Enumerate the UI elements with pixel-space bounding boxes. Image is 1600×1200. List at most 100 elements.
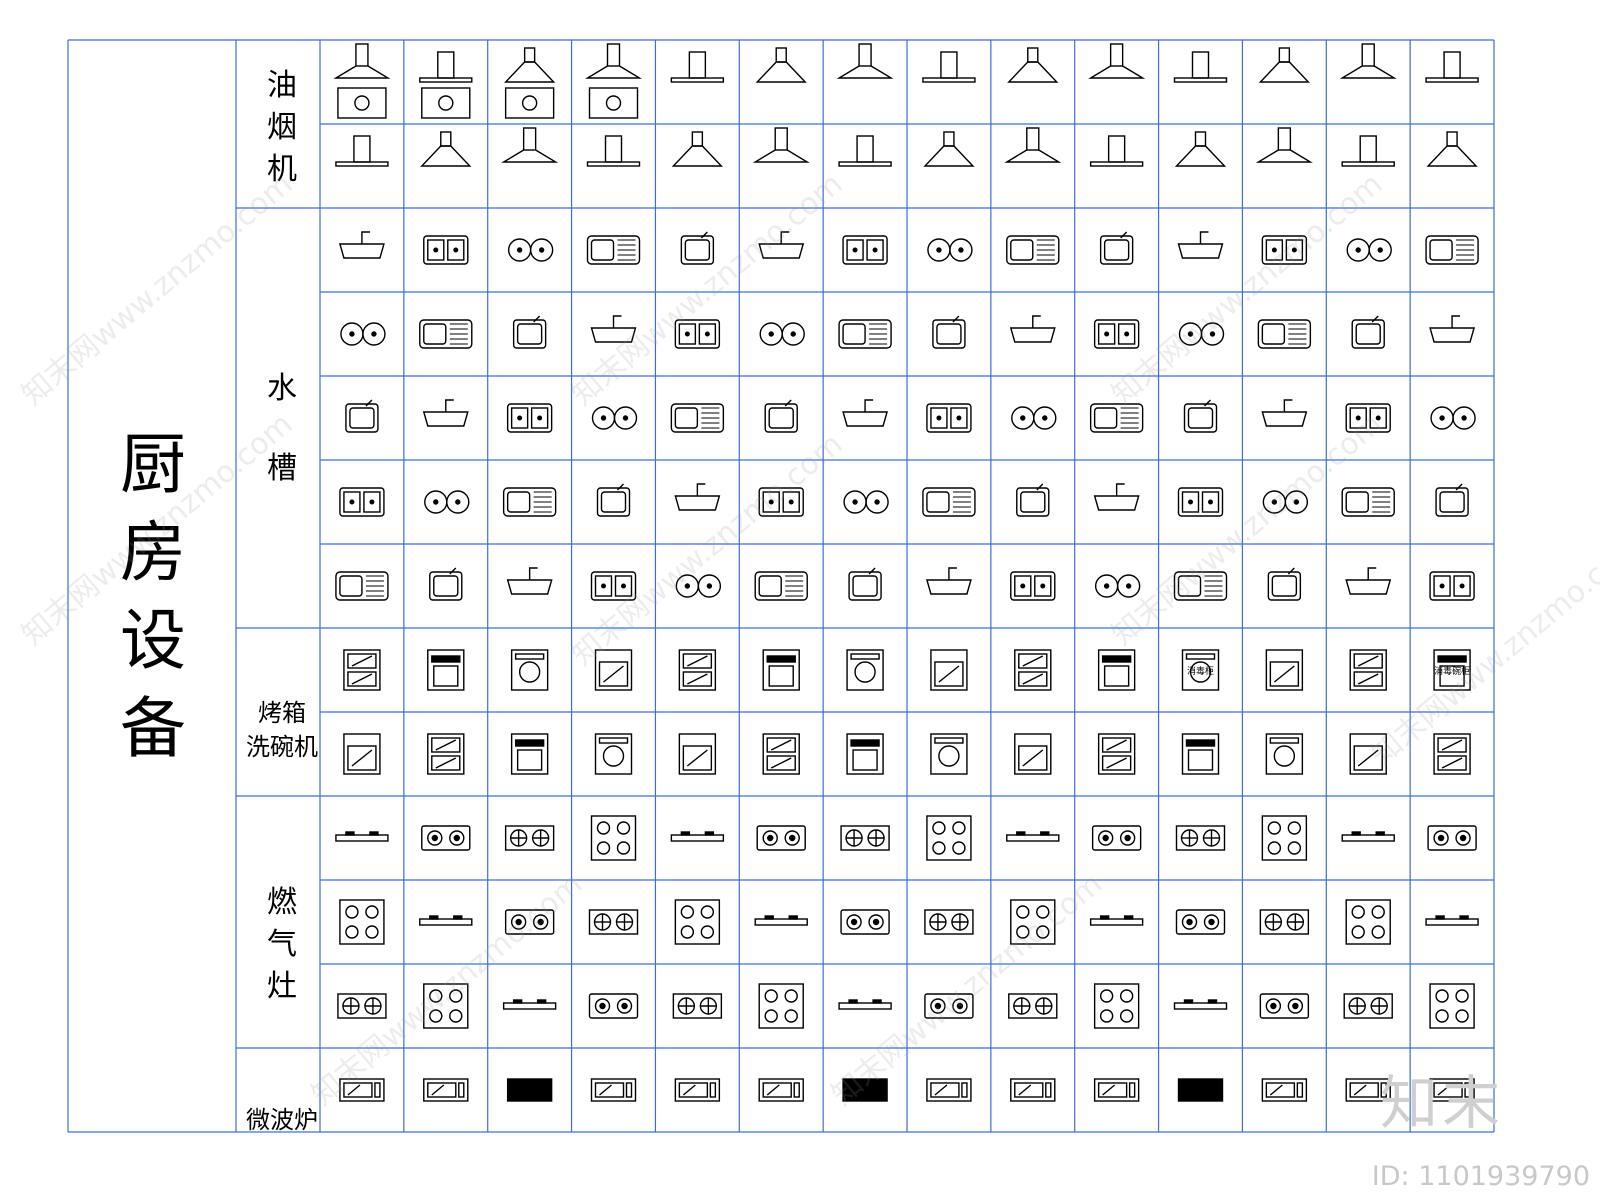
category-label-char: 气 [267, 927, 297, 962]
gas-stove-icon [1093, 983, 1140, 1029]
range-hood-icon [1088, 43, 1146, 79]
oven-icon [343, 649, 381, 691]
oven-icon [510, 649, 549, 691]
range-hood-icon [584, 43, 643, 119]
gas-stove-icon [504, 825, 555, 851]
range-hood-icon [335, 135, 389, 167]
sink-icon [1341, 487, 1395, 517]
gas-stove-icon [1175, 825, 1226, 851]
oven-icon [343, 733, 381, 775]
watermark-logo: 知末 [1379, 1069, 1504, 1137]
sink-icon [512, 315, 547, 349]
oven-icon [427, 733, 465, 775]
gas-stove-icon [1089, 915, 1144, 926]
sink-icon [843, 490, 889, 514]
sink-icon [1006, 235, 1060, 265]
gas-stove-icon [1173, 999, 1228, 1010]
range-hood-icon [1258, 47, 1310, 83]
cell-label: 消毒柜 [1187, 665, 1214, 677]
sink-icon [506, 403, 553, 433]
gas-stove-icon [672, 993, 723, 1019]
sink-icon [1351, 315, 1385, 349]
sink-icon [1009, 315, 1056, 343]
microwave-icon [1010, 1078, 1056, 1102]
sink-icon [754, 571, 808, 601]
sink-icon [423, 235, 469, 265]
sink-icon [1016, 483, 1050, 517]
range-hood-icon [1339, 43, 1397, 79]
microwave-icon [590, 1078, 637, 1102]
range-hood-icon [1007, 47, 1059, 83]
oven-icon [846, 649, 884, 691]
gas-stove-icon [1429, 983, 1475, 1029]
sink-icon [932, 315, 966, 349]
category-label-dishwasher: 洗碗机 [246, 733, 318, 761]
sink-icon [764, 399, 798, 433]
sink-icon [1093, 483, 1140, 511]
gas-stove-icon [758, 983, 804, 1029]
main-title-char-4: 备 [120, 690, 186, 767]
oven-icon [930, 649, 968, 691]
category-label-char: 燃 [267, 885, 297, 920]
gas-stove-icon [1341, 831, 1395, 842]
sink-icon [838, 319, 892, 349]
sink-icon [591, 406, 638, 430]
category-label-char: 烟 [267, 110, 297, 145]
range-hood-icon [671, 131, 723, 167]
gas-stove-icon [926, 815, 972, 861]
sink-icon [1177, 231, 1224, 259]
gas-stove-icon [339, 899, 385, 945]
sink-icon [1346, 238, 1392, 262]
oven-icon [1014, 733, 1052, 775]
oven-icon [762, 733, 800, 775]
main-title-char-3: 设 [120, 602, 186, 679]
microwave-icon [1177, 1078, 1224, 1102]
oven-icon [1433, 733, 1471, 775]
sink-icon [424, 490, 470, 514]
gas-stove-icon [670, 831, 725, 842]
range-hood-icon [752, 127, 810, 163]
sink-icon [419, 319, 473, 349]
category-label-char: 灶 [267, 969, 297, 1004]
range-hood-icon [420, 131, 472, 167]
sink-icon [1010, 571, 1056, 601]
sink-icon [759, 322, 805, 346]
sink-icon [1345, 567, 1392, 595]
gas-stove-icon [1425, 915, 1479, 926]
oven-icon [678, 733, 717, 775]
range-hood-icon [1426, 131, 1478, 167]
range-hood-icon [333, 43, 391, 119]
gas-stove-icon [1345, 899, 1391, 945]
sink-icon [1429, 571, 1475, 601]
range-hood-icon [504, 47, 556, 119]
range-hood-icon [1173, 51, 1228, 83]
sink-icon [842, 399, 888, 427]
gas-stove-icon [588, 909, 639, 935]
gas-stove-icon [674, 899, 721, 945]
gas-stove-icon [335, 831, 389, 842]
microwave-icon [506, 1078, 553, 1102]
range-hood-icon [922, 51, 976, 83]
oven-icon [427, 649, 465, 691]
oven-icon [510, 733, 549, 775]
oven-icon [1349, 649, 1387, 691]
range-hood-icon [501, 127, 559, 163]
sink-icon [922, 487, 976, 517]
gas-stove-icon [1259, 909, 1310, 935]
sink-icon [339, 487, 385, 517]
sink-icon [1429, 315, 1475, 343]
gas-stove-icon [838, 999, 892, 1010]
sink-icon [429, 567, 463, 601]
gas-stove-icon [754, 915, 808, 926]
gas-stove-icon [1008, 993, 1058, 1019]
microwave-icon [926, 1078, 972, 1102]
microwave-icon [1261, 1078, 1308, 1102]
gas-stove-icon [421, 825, 471, 851]
gas-stove-icon [1006, 831, 1060, 842]
microwave-icon [1093, 1078, 1140, 1102]
sink-icon [1183, 399, 1218, 433]
oven-icon [1265, 733, 1304, 775]
range-hood-icon [1089, 135, 1144, 167]
gas-stove-icon [1259, 993, 1310, 1019]
range-hood-icon [1255, 127, 1313, 163]
